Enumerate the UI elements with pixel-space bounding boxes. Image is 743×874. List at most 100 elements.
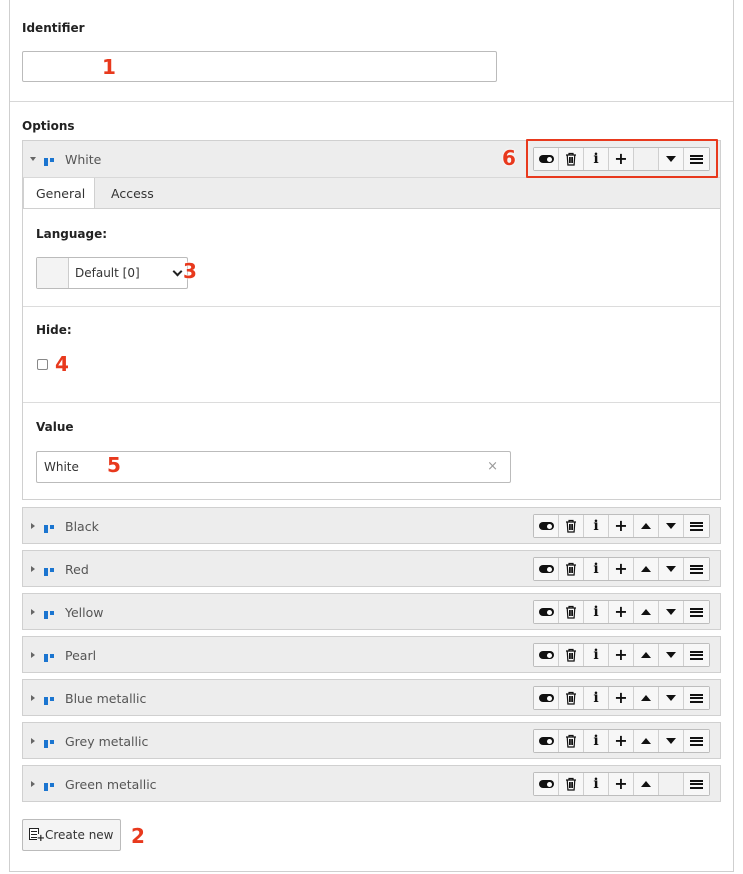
trash-icon: [566, 605, 576, 619]
drag-handle-button[interactable]: [684, 687, 709, 709]
toggle-visibility-button[interactable]: [534, 687, 559, 709]
add-after-button[interactable]: +: [609, 601, 634, 623]
drag-handle-button[interactable]: [684, 730, 709, 752]
language-select[interactable]: Default [0]: [36, 257, 188, 289]
language-label: Language:: [36, 227, 108, 241]
move-down-button[interactable]: [659, 644, 684, 666]
plus-icon: +: [614, 602, 628, 621]
info-button[interactable]: i: [584, 773, 609, 795]
expand-icon[interactable]: [31, 781, 35, 787]
move-up-button[interactable]: [634, 730, 659, 752]
add-after-button[interactable]: +: [609, 644, 634, 666]
panel-header[interactable]: Grey metallic i +: [23, 723, 720, 759]
delete-button[interactable]: [559, 687, 584, 709]
panel-header[interactable]: Red i +: [23, 551, 720, 587]
delete-button[interactable]: [559, 773, 584, 795]
info-button[interactable]: i: [584, 515, 609, 537]
expand-icon[interactable]: [31, 695, 35, 701]
move-up-button[interactable]: [634, 515, 659, 537]
arrow-down-icon: [666, 738, 676, 744]
option-panel: Pearl i +: [22, 636, 721, 673]
arrow-up-icon: [641, 523, 651, 529]
toggle-visibility-button[interactable]: [534, 558, 559, 580]
panel-header[interactable]: Yellow i +: [23, 594, 720, 630]
arrow-up-icon: [641, 609, 651, 615]
expand-icon[interactable]: [31, 738, 35, 744]
drag-handle-button[interactable]: [684, 773, 709, 795]
toggle-visibility-button[interactable]: [534, 773, 559, 795]
create-new-button[interactable]: + Create new: [22, 819, 121, 851]
panel-header[interactable]: Green metallic i +: [23, 766, 720, 802]
info-button[interactable]: i: [584, 601, 609, 623]
toggle-visibility-button[interactable]: [534, 601, 559, 623]
drag-handle-button[interactable]: [684, 558, 709, 580]
drag-handle-icon: [690, 693, 703, 703]
expand-icon[interactable]: [31, 566, 35, 572]
identifier-input[interactable]: [22, 51, 497, 82]
panel-controls: i +: [533, 772, 710, 796]
clear-icon[interactable]: ×: [487, 459, 498, 474]
toggle-visibility-button[interactable]: [534, 730, 559, 752]
arrow-down-icon: [666, 609, 676, 615]
expand-icon[interactable]: [31, 652, 35, 658]
delete-button[interactable]: [559, 644, 584, 666]
trash-icon: [566, 648, 576, 662]
drag-handle-button[interactable]: [684, 601, 709, 623]
move-down-button[interactable]: [659, 730, 684, 752]
tab-access[interactable]: Access: [99, 178, 166, 210]
delete-button[interactable]: [559, 558, 584, 580]
delete-button[interactable]: [559, 730, 584, 752]
move-down-button[interactable]: [659, 558, 684, 580]
info-icon: i: [593, 518, 599, 534]
new-record-icon: +: [29, 828, 45, 844]
toggle-visibility-button[interactable]: [534, 515, 559, 537]
info-button[interactable]: i: [584, 687, 609, 709]
move-down-placeholder: [659, 773, 684, 795]
drag-dots-icon: [44, 654, 60, 662]
collapse-icon[interactable]: [30, 157, 36, 161]
add-after-button[interactable]: +: [609, 687, 634, 709]
info-button[interactable]: i: [584, 644, 609, 666]
expand-icon[interactable]: [31, 609, 35, 615]
add-after-button[interactable]: +: [609, 730, 634, 752]
add-after-button[interactable]: +: [609, 558, 634, 580]
delete-button[interactable]: [559, 601, 584, 623]
hide-checkbox[interactable]: [37, 359, 48, 370]
plus-icon: +: [614, 688, 628, 707]
plus-icon: +: [614, 645, 628, 664]
move-down-button[interactable]: [659, 601, 684, 623]
add-after-button[interactable]: +: [609, 515, 634, 537]
panel-controls: i +: [533, 557, 710, 581]
move-up-button[interactable]: [634, 558, 659, 580]
info-button[interactable]: i: [584, 730, 609, 752]
drag-handle-button[interactable]: [684, 515, 709, 537]
move-up-button[interactable]: [634, 644, 659, 666]
arrow-up-icon: [641, 652, 651, 658]
panel-header[interactable]: Black i +: [23, 508, 720, 544]
drag-handle-icon: [690, 650, 703, 660]
info-button[interactable]: i: [584, 558, 609, 580]
toggle-icon: [538, 522, 554, 530]
drag-dots-icon: [44, 783, 60, 791]
toggle-visibility-button[interactable]: [534, 644, 559, 666]
move-down-button[interactable]: [659, 515, 684, 537]
create-new-label: Create new: [45, 828, 114, 842]
plus-icon: +: [614, 559, 628, 578]
move-up-button[interactable]: [634, 773, 659, 795]
expand-icon[interactable]: [31, 523, 35, 529]
panel-controls: i +: [533, 729, 710, 753]
panel-controls: i +: [533, 600, 710, 624]
value-label: Value: [36, 420, 74, 434]
panel-header[interactable]: Pearl i +: [23, 637, 720, 673]
hide-label: Hide:: [36, 323, 72, 337]
tab-general[interactable]: General: [23, 178, 95, 210]
delete-button[interactable]: [559, 515, 584, 537]
add-after-button[interactable]: +: [609, 773, 634, 795]
move-up-button[interactable]: [634, 601, 659, 623]
identifier-label: Identifier: [22, 21, 85, 35]
move-down-button[interactable]: [659, 687, 684, 709]
panel-header[interactable]: Blue metallic i +: [23, 680, 720, 716]
drag-handle-button[interactable]: [684, 644, 709, 666]
drag-dots-icon: [44, 525, 60, 533]
move-up-button[interactable]: [634, 687, 659, 709]
